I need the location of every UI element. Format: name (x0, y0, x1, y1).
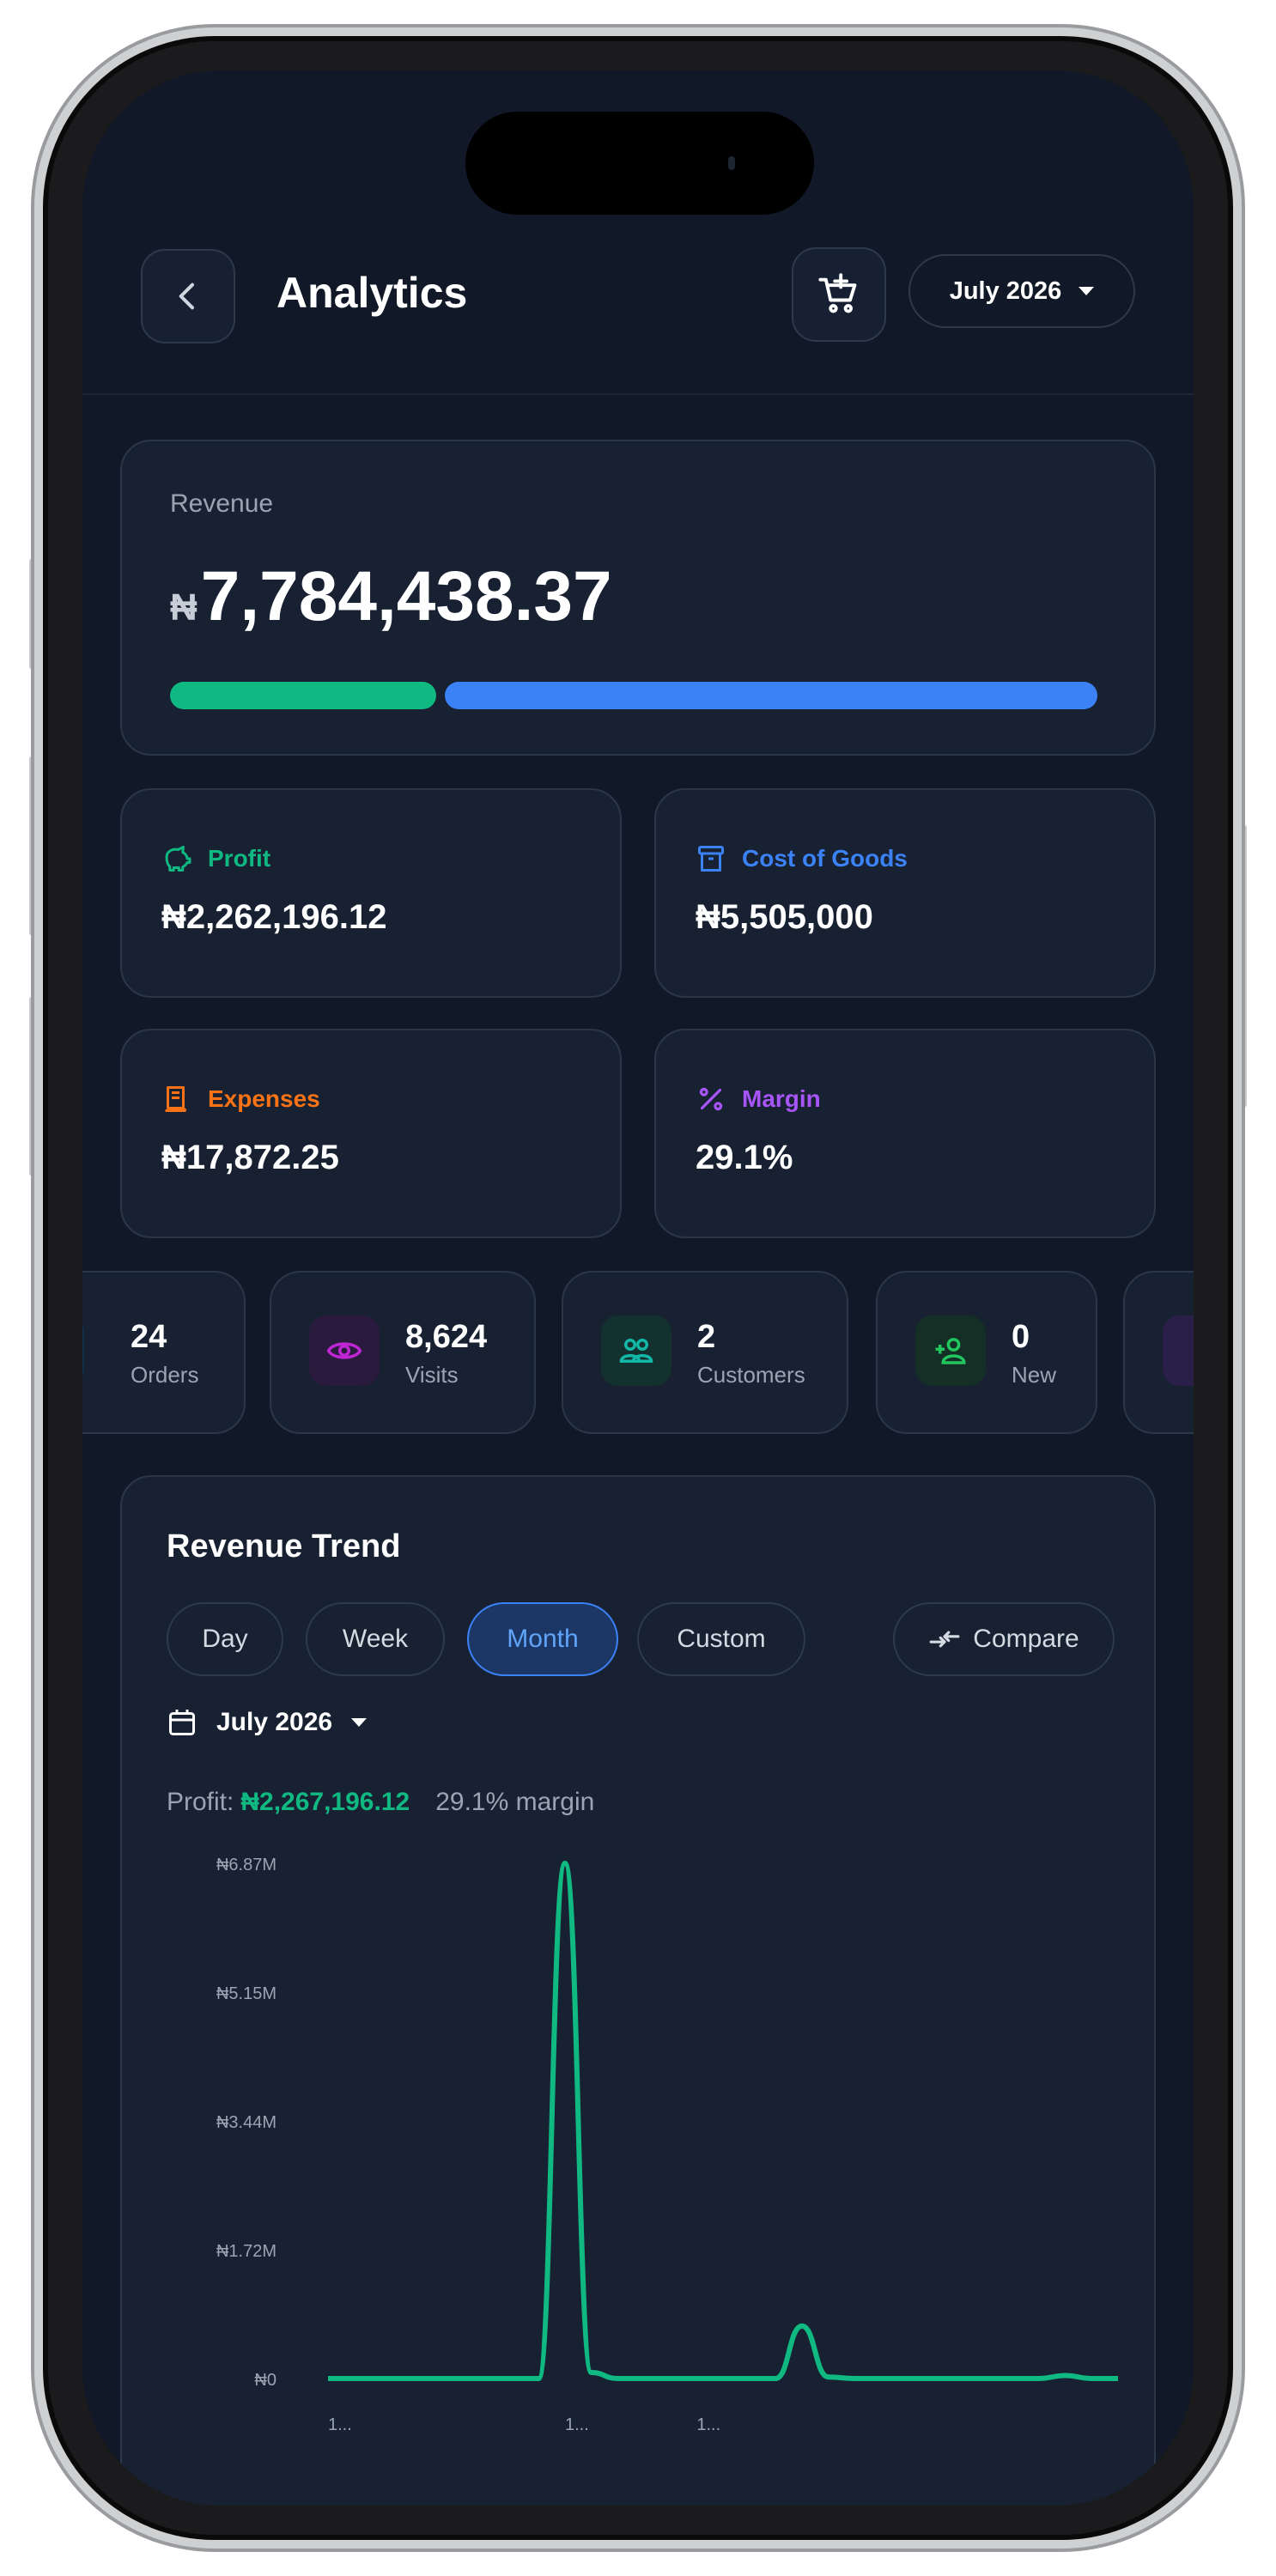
tab-month-label: Month (507, 1625, 579, 1653)
customers-icon-box (601, 1315, 671, 1386)
visits-value: 8,624 (405, 1319, 488, 1355)
tab-week[interactable]: Week (306, 1602, 445, 1676)
margin-label: Margin (742, 1085, 821, 1112)
new-customers-value: 0 (1012, 1319, 1030, 1355)
orders-chip[interactable]: 24 Orders (82, 1271, 246, 1434)
orders-value: 24 (131, 1319, 167, 1355)
y-tick-label: ₦6.87M (216, 1856, 276, 1874)
tab-month[interactable]: Month (467, 1602, 618, 1676)
next-chip[interactable] (1123, 1271, 1194, 1434)
margin-value: 29.1% (696, 1139, 793, 1176)
app-screen: Analytics July 2026 Revenue ₦ 7,784,438.… (82, 70, 1194, 2506)
new-customers-chip[interactable]: 0 New (876, 1271, 1097, 1434)
y-tick-label: ₦0 (254, 2371, 276, 2390)
compare-button[interactable]: Compare (893, 1602, 1115, 1676)
y-tick-label: ₦3.44M (216, 2113, 276, 2132)
new-customers-label: New (1012, 1362, 1057, 1388)
tab-custom-label: Custom (677, 1625, 766, 1653)
revenue-value: ₦ 7,784,438.37 (170, 556, 612, 637)
period-label: July 2026 (949, 276, 1062, 305)
tab-day-label: Day (202, 1625, 248, 1653)
cost-of-goods-card[interactable]: Cost of Goods ₦5,505,000 (654, 788, 1156, 998)
compare-label: Compare (973, 1625, 1079, 1653)
percent-icon (699, 1087, 723, 1111)
date-label: July 2026 (216, 1708, 333, 1736)
profit-summary: Profit: ₦2,267,196.12 29.1% margin (167, 1788, 594, 1817)
tab-day[interactable]: Day (167, 1602, 283, 1676)
visits-label: Visits (405, 1362, 459, 1388)
archive-box-icon (698, 846, 724, 872)
margin-card[interactable]: Margin 29.1% (654, 1029, 1156, 1238)
revenue-trend-card: Revenue Trend Day Week Month Custom Comp… (120, 1475, 1156, 2506)
customers-value: 2 (697, 1319, 716, 1355)
compare-arrows-icon (929, 1631, 960, 1648)
expenses-label: Expenses (208, 1085, 320, 1112)
date-picker[interactable]: July 2026 (167, 1707, 368, 1738)
margin-label-row: Margin (696, 1084, 821, 1115)
customers-label: Customers (697, 1362, 805, 1388)
revenue-amount: 7,784,438.37 (200, 557, 612, 635)
margin-summary: 29.1% margin (435, 1788, 595, 1816)
revenue-label: Revenue (170, 489, 274, 518)
new-customers-icon-box (915, 1315, 986, 1386)
add-to-cart-button[interactable] (792, 247, 886, 342)
orders-label: Orders (131, 1362, 199, 1388)
expenses-card[interactable]: Expenses ₦17,872.25 (120, 1029, 622, 1238)
cost-of-goods-value: ₦5,505,000 (696, 898, 873, 936)
expenses-value: ₦17,872.25 (161, 1139, 339, 1176)
profit-card[interactable]: Profit ₦2,262,196.12 (120, 788, 622, 998)
visits-chip[interactable]: 8,624 Visits (270, 1271, 536, 1434)
y-tick-label: ₦5.15M (216, 1984, 276, 2003)
profit-summary-label: Profit: (167, 1788, 234, 1816)
page-title: Analytics (276, 269, 468, 317)
calendar-icon (169, 1710, 195, 1735)
cost-segment (445, 682, 1097, 709)
tab-custom[interactable]: Custom (637, 1602, 805, 1676)
x-tick-label: 1... (328, 2415, 352, 2434)
revenue-trend-chart: ₦0 ₦1.72M ₦3.44M ₦5.15M ₦6.87M 1... 1... 1... (216, 1856, 1118, 2434)
expenses-label-row: Expenses (161, 1084, 320, 1115)
profit-segment (170, 682, 436, 709)
period-selector[interactable]: July 2026 (908, 254, 1135, 328)
top-bar: Analytics July 2026 (82, 70, 1194, 395)
x-tick-label: 1... (565, 2415, 589, 2434)
profit-label-row: Profit (161, 843, 270, 874)
caret-down-icon (1079, 287, 1095, 295)
eye-icon (326, 1342, 362, 1359)
revenue-breakdown-bar (170, 682, 1097, 709)
receipt-icon (165, 1086, 187, 1112)
cart-plus-icon (818, 273, 857, 313)
customers-chip[interactable]: 2 Customers (562, 1271, 848, 1434)
cost-of-goods-label: Cost of Goods (742, 845, 908, 872)
tab-week-label: Week (342, 1625, 409, 1653)
x-tick-label: 1... (696, 2415, 720, 2434)
next-chip-icon (1163, 1315, 1194, 1386)
user-plus-icon (935, 1338, 966, 1364)
y-tick-label: ₦1.72M (216, 2242, 276, 2261)
profit-value: ₦2,262,196.12 (161, 898, 387, 936)
revenue-card: Revenue ₦ 7,784,438.37 (120, 440, 1156, 756)
chevron-left-icon (179, 283, 194, 310)
currency-symbol: ₦ (170, 586, 197, 629)
piggy-bank-icon (165, 846, 191, 872)
trend-title: Revenue Trend (167, 1528, 401, 1564)
profit-label: Profit (208, 845, 271, 872)
caret-down-icon (351, 1718, 368, 1727)
orders-icon (82, 1315, 84, 1386)
profit-summary-value: ₦2,267,196.12 (240, 1788, 410, 1816)
cost-of-goods-label-row: Cost of Goods (696, 843, 908, 874)
revenue-series-line (328, 1861, 1118, 2381)
back-button[interactable] (141, 249, 235, 343)
visits-icon-box (309, 1315, 380, 1386)
users-icon (619, 1339, 653, 1363)
